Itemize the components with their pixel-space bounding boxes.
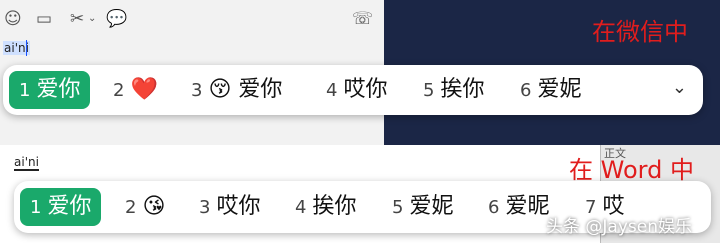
phone-icon[interactable]: ☏ [352,9,373,29]
candidate-1[interactable]: 1 爱你 [9,71,91,109]
watermark-text: 头条 @Jaysen娱乐 [546,217,692,237]
word-label: 在 Word 中 [569,156,694,184]
candidate-4[interactable]: 4 挨你 [295,188,356,226]
candidate-1[interactable]: 1 爱你 [20,188,102,226]
candidate-4[interactable]: 4 哎你 [326,71,387,109]
chevron-down-icon[interactable]: ⌄ [88,9,96,29]
expand-chevron-icon[interactable]: ⌄ [672,77,687,98]
candidate-3[interactable]: 3 哎你 [199,188,260,226]
wechat-label: 在微信中 [592,18,688,46]
candidate-3[interactable]: 3 😚 爱你 [191,71,282,109]
candidate-6[interactable]: 6 爱妮 [520,71,581,109]
text-cursor [26,40,27,56]
candidate-5[interactable]: 5 挨你 [423,71,484,109]
candidate-6[interactable]: 6 爱昵 [488,188,549,226]
typed-pinyin-word: ai'ni [14,155,39,171]
candidate-2[interactable]: 2 ❤️ [113,71,158,109]
folder-icon[interactable]: ▭ [36,9,52,29]
candidate-5[interactable]: 5 爱妮 [392,188,453,226]
chat-bubble-icon[interactable]: 💬 [106,9,127,29]
ime-candidate-bar-wechat: 1 爱你 2 ❤️ 3 😚 爱你 4 哎你 5 挨你 6 爱妮 ⌄ [3,65,703,115]
emoji-icon[interactable]: ☺ [4,9,22,29]
scissors-icon[interactable]: ✂ [70,9,84,29]
candidate-2[interactable]: 2 😘 [125,188,165,226]
